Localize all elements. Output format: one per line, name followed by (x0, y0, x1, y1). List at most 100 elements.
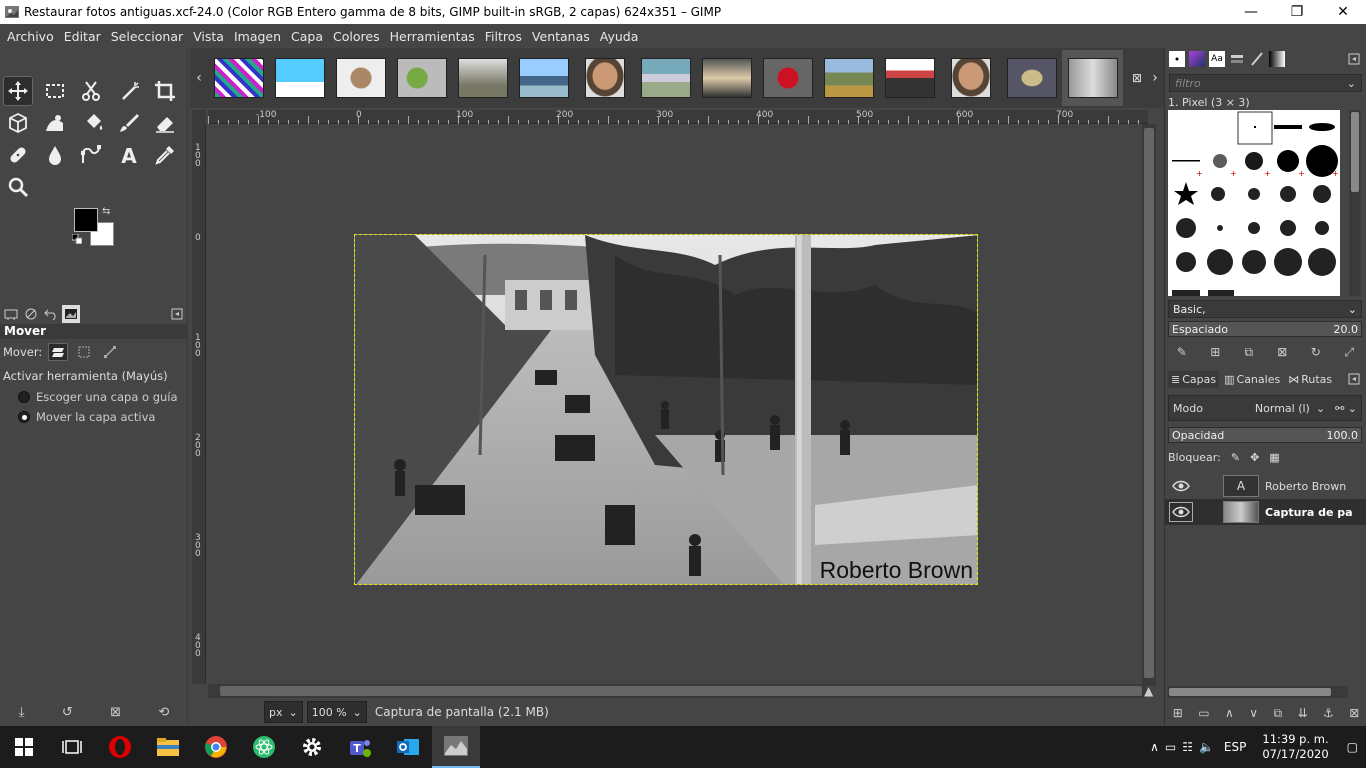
delete-layer-icon[interactable]: ⊠ (1349, 706, 1359, 720)
anchor-layer-icon[interactable]: ⚓ (1323, 706, 1334, 720)
3d-transform-tool-icon[interactable] (3, 108, 33, 138)
taskbar-app-opera[interactable] (96, 726, 144, 768)
image-thumb-5[interactable] (452, 50, 513, 106)
warp-tool-icon[interactable] (40, 108, 70, 138)
bucket-fill-tool-icon[interactable] (78, 108, 108, 138)
tab-rutas[interactable]: ⋈ Rutas (1285, 371, 1335, 388)
show-hidden-icons-icon[interactable]: ∧ (1150, 740, 1159, 754)
smudge-tool-icon[interactable] (40, 140, 70, 170)
color-picker-tool-icon[interactable] (150, 140, 180, 170)
restore-tool-preset-icon[interactable]: ↺ (62, 705, 73, 720)
patterns-tab-icon[interactable] (1189, 51, 1205, 67)
rect-select-tool-icon[interactable] (40, 76, 70, 106)
image-thumb-11[interactable] (818, 50, 879, 106)
unit-select[interactable]: px ⌄ (264, 701, 303, 723)
menu-capa[interactable]: Capa (286, 29, 328, 44)
paths-tool-icon[interactable] (76, 140, 106, 170)
menu-filtros[interactable]: Filtros (480, 29, 527, 44)
layer-row-photo[interactable]: Captura de pa (1165, 499, 1366, 525)
paintbrush-tool-icon[interactable] (114, 108, 144, 138)
layers-dock-menu-icon[interactable] (1346, 371, 1362, 387)
maximize-button[interactable]: ❐ (1274, 0, 1320, 24)
move-active-layer-option[interactable]: Mover la capa activa (0, 407, 188, 427)
horizontal-scrollbar[interactable] (208, 684, 1146, 698)
image-thumb-1[interactable] (208, 50, 269, 106)
move-selection-mode-icon[interactable] (74, 343, 94, 361)
image-canvas[interactable]: Roberto Brown (354, 234, 978, 585)
default-colors-icon[interactable] (72, 234, 82, 244)
menu-ayuda[interactable]: Ayuda (595, 29, 644, 44)
menu-archivo[interactable]: Archivo (2, 29, 59, 44)
brushes-tab-icon[interactable] (1169, 51, 1185, 67)
menu-editar[interactable]: Editar (59, 29, 106, 44)
layer-row-text[interactable]: A Roberto Brown (1165, 473, 1366, 499)
reset-tool-options-icon[interactable]: ⟲ (158, 705, 169, 720)
merge-layer-icon[interactable]: ⇊ (1297, 706, 1307, 720)
move-path-mode-icon[interactable] (100, 343, 120, 361)
task-view-button[interactable] (48, 726, 96, 768)
taskbar-app-chrome[interactable] (192, 726, 240, 768)
spacing-spinner[interactable]: Espaciado 20.0 (1168, 321, 1362, 337)
image-thumb-8[interactable] (635, 50, 696, 106)
lock-alpha-icon[interactable]: ▦ (1269, 451, 1279, 464)
taskbar-app-atom[interactable] (240, 726, 288, 768)
image-thumb-6[interactable] (513, 50, 574, 106)
image-thumb-2[interactable] (269, 50, 330, 106)
swap-colors-icon[interactable]: ⇆ (102, 206, 110, 217)
device-status-tab-icon[interactable] (22, 305, 40, 323)
save-tool-preset-icon[interactable]: ⤓ (19, 705, 25, 720)
tab-canales[interactable]: ▥ Canales (1221, 371, 1283, 388)
quick-mask-corner-icon[interactable] (192, 110, 206, 124)
image-thumb-9[interactable] (696, 50, 757, 106)
image-thumb-12[interactable] (879, 50, 940, 106)
pick-layer-option[interactable]: Escoger una capa o guía (0, 387, 188, 407)
move-tool-icon[interactable] (3, 76, 33, 106)
paint-dynamics-tab-icon[interactable] (1249, 51, 1265, 67)
minimize-button[interactable]: — (1228, 0, 1274, 24)
image-thumb-14[interactable] (1001, 50, 1062, 106)
image-thumb-7[interactable] (574, 50, 635, 106)
zoom-select[interactable]: 100 % ⌄ (306, 701, 367, 723)
language-indicator[interactable]: ESP (1224, 740, 1246, 754)
heal-tool-icon[interactable] (3, 140, 33, 170)
tool-options-tab-icon[interactable] (2, 305, 20, 323)
radio-move-active-layer[interactable] (18, 411, 30, 423)
color-swatches[interactable]: ⇆ (72, 206, 118, 248)
menu-imagen[interactable]: Imagen (229, 29, 286, 44)
horizontal-scroll-thumb[interactable] (220, 686, 1142, 696)
vertical-scrollbar[interactable] (1142, 124, 1156, 686)
tool-options-menu-icon[interactable] (168, 305, 186, 323)
undo-history-tab-icon[interactable] (42, 305, 60, 323)
taskbar-app-teams[interactable]: T (336, 726, 384, 768)
zoom-tool-icon[interactable] (3, 172, 33, 202)
scissors-select-tool-icon[interactable] (76, 76, 106, 106)
navigate-icon[interactable]: ▲ (1144, 684, 1153, 698)
taskbar-app-settings[interactable] (288, 726, 336, 768)
image-thumb-15-active[interactable] (1062, 50, 1123, 106)
image-thumb-3[interactable] (330, 50, 391, 106)
scroll-right-icon[interactable]: › (1146, 70, 1164, 86)
dock-menu-icon[interactable] (1346, 51, 1362, 67)
fonts-tab-icon[interactable]: Aa (1209, 51, 1225, 67)
menu-herramientas[interactable]: Herramientas (385, 29, 480, 44)
duplicate-layer-icon[interactable]: ⧉ (1273, 706, 1282, 721)
start-button[interactable] (0, 726, 48, 768)
images-tab-icon[interactable] (62, 305, 80, 323)
new-brush-icon[interactable]: ⊞ (1205, 345, 1225, 359)
brush-scrollbar[interactable] (1349, 110, 1361, 296)
clock[interactable]: 11:39 p. m. 07/17/2020 (1262, 732, 1328, 762)
edit-brush-icon[interactable]: ✎ (1172, 345, 1192, 359)
volume-icon[interactable]: 🔈 (1199, 740, 1214, 754)
close-image-icon[interactable]: ⊠ (1128, 71, 1146, 85)
menu-colores[interactable]: Colores (328, 29, 385, 44)
taskbar-app-outlook[interactable] (384, 726, 432, 768)
taskbar-app-gimp[interactable] (432, 726, 480, 768)
lock-pixels-icon[interactable]: ✎ (1231, 451, 1240, 464)
layers-scroll-thumb[interactable] (1169, 688, 1331, 696)
scroll-left-icon[interactable]: ‹ (190, 70, 208, 86)
opacity-spinner[interactable]: Opacidad 100.0 (1168, 427, 1362, 443)
text-tool-icon[interactable]: A (114, 140, 144, 170)
delete-tool-preset-icon[interactable]: ⊠ (110, 705, 121, 720)
battery-icon[interactable]: ▭ (1165, 740, 1176, 754)
notifications-icon[interactable]: ▢ (1347, 740, 1358, 754)
